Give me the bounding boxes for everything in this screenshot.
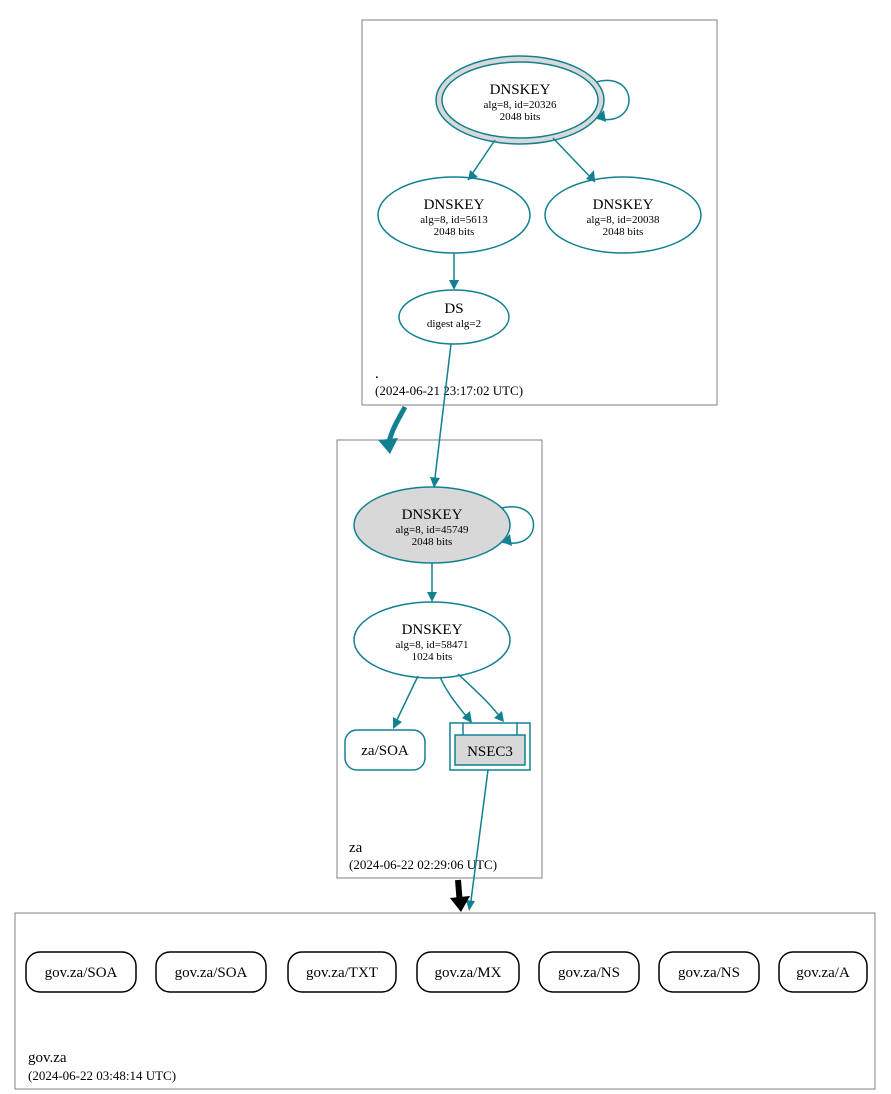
node-za-soa: za/SOA [345, 730, 425, 770]
node-za-nsec3: NSEC3 [450, 723, 530, 770]
svg-text:alg=8, id=58471: alg=8, id=58471 [396, 639, 469, 651]
svg-text:alg=8, id=20326: alg=8, id=20326 [484, 99, 557, 111]
edge-ds-zaksk [434, 344, 451, 486]
svg-text:DNSKEY: DNSKEY [593, 197, 654, 213]
svg-text:alg=8, id=20038: alg=8, id=20038 [587, 214, 660, 226]
edge-zazsk-soa [394, 676, 418, 726]
svg-text:za/SOA: za/SOA [361, 743, 409, 759]
svg-text:2048 bits: 2048 bits [500, 111, 541, 123]
svg-text:DNSKEY: DNSKEY [402, 622, 463, 638]
zone-ts-govza: (2024-06-22 03:48:14 UTC) [28, 1068, 176, 1083]
svg-text:gov.za/TXT: gov.za/TXT [306, 965, 378, 981]
edge-zazsk-nsec3a [440, 677, 470, 721]
svg-text:2048 bits: 2048 bits [412, 536, 453, 548]
svg-text:2048 bits: 2048 bits [603, 226, 644, 238]
svg-text:DS: DS [444, 301, 463, 317]
svg-text:gov.za/A: gov.za/A [796, 965, 850, 981]
svg-text:gov.za/MX: gov.za/MX [435, 965, 502, 981]
svg-text:alg=8, id=5613: alg=8, id=5613 [420, 214, 488, 226]
node-za-zsk: DNSKEY alg=8, id=58471 1024 bits [354, 602, 510, 678]
svg-text:gov.za/SOA: gov.za/SOA [175, 965, 248, 981]
rrset-row: gov.za/SOA gov.za/SOA gov.za/TXT gov.za/… [26, 952, 867, 992]
svg-text:DNSKEY: DNSKEY [424, 197, 485, 213]
zone-ts-root: (2024-06-21 23:17:02 UTC) [375, 383, 523, 398]
svg-text:DNSKEY: DNSKEY [490, 82, 551, 98]
zone-label-root: . [375, 366, 379, 382]
edge-rootksk-zsk2 [553, 138, 595, 182]
svg-text:DNSKEY: DNSKEY [402, 507, 463, 523]
svg-text:gov.za/NS: gov.za/NS [678, 965, 740, 981]
node-za-ksk: DNSKEY alg=8, id=45749 2048 bits [354, 487, 510, 563]
svg-text:alg=8, id=45749: alg=8, id=45749 [396, 524, 469, 536]
node-root-ds: DS digest alg=2 [399, 290, 509, 344]
svg-text:1024 bits: 1024 bits [412, 651, 453, 663]
svg-text:2048 bits: 2048 bits [434, 226, 475, 238]
svg-text:NSEC3: NSEC3 [467, 744, 513, 760]
zone-label-za: za [349, 840, 363, 856]
node-root-ksk: DNSKEY alg=8, id=20326 2048 bits [436, 56, 604, 144]
edge-nsec3-govza [470, 770, 488, 908]
svg-text:gov.za/NS: gov.za/NS [558, 965, 620, 981]
zone-box-govza [15, 913, 875, 1089]
svg-text:gov.za/SOA: gov.za/SOA [45, 965, 118, 981]
dnssec-diagram: . (2024-06-21 23:17:02 UTC) DNSKEY alg=8… [0, 0, 891, 1094]
zone-label-govza: gov.za [28, 1050, 67, 1066]
node-root-zsk2: DNSKEY alg=8, id=20038 2048 bits [545, 177, 701, 253]
node-root-zsk1: DNSKEY alg=8, id=5613 2048 bits [378, 177, 530, 253]
svg-text:digest alg=2: digest alg=2 [427, 318, 481, 330]
